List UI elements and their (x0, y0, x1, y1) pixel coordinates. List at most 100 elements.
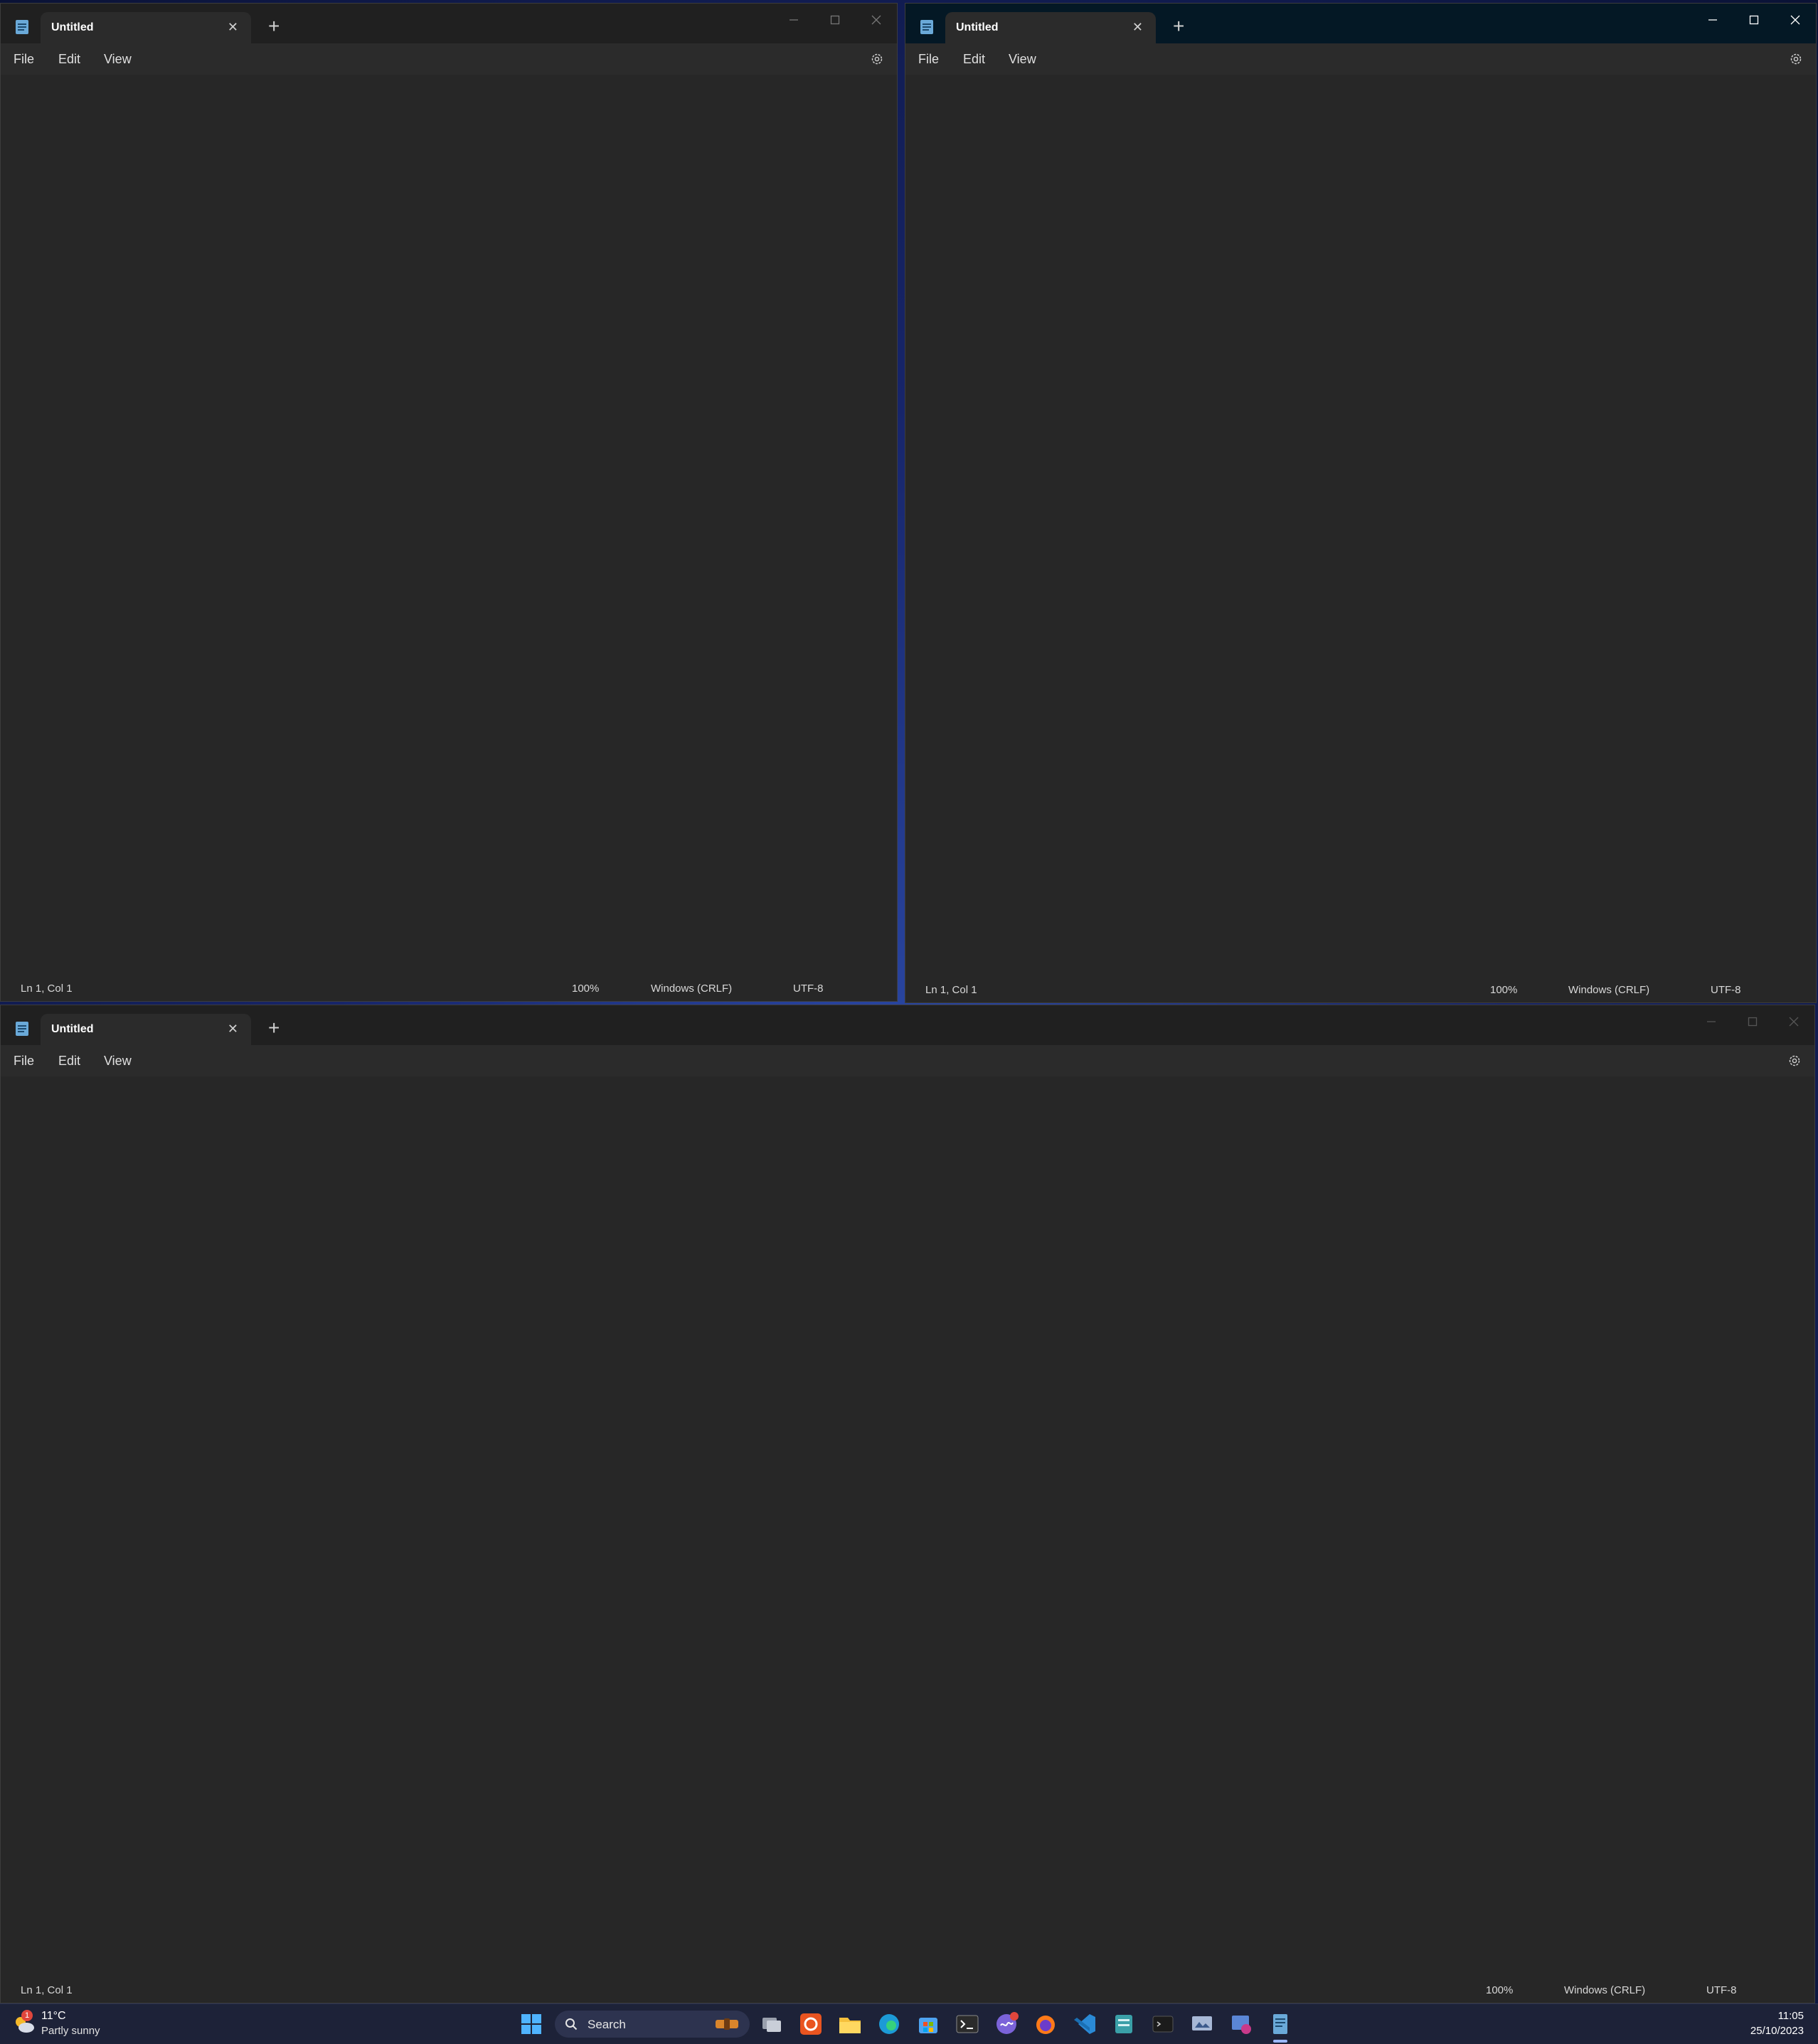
minimize-icon (1707, 1021, 1716, 1022)
search-highlight-icon (716, 2018, 738, 2030)
weather-description: Partly sunny (41, 2025, 100, 2037)
menu-edit[interactable]: Edit (58, 1054, 80, 1069)
close-icon (1790, 15, 1800, 25)
remote-desktop-icon[interactable] (1189, 2011, 1216, 2038)
notepad-icon (920, 20, 933, 34)
gear-icon[interactable] (870, 52, 884, 66)
edge-icon[interactable] (876, 2011, 903, 2038)
menu-view[interactable]: View (104, 1054, 132, 1069)
text-editor[interactable] (1, 75, 897, 975)
close-button[interactable] (1773, 1005, 1814, 1038)
line-ending: Windows (CRLF) (1564, 1984, 1646, 1996)
snipping-icon[interactable] (1228, 2011, 1255, 2038)
notepad-window-bottom[interactable]: Untitled ✕ + File Edit View Ln 1, Col 1 … (0, 1005, 1815, 2003)
title-bar[interactable]: Untitled ✕ + (1, 1005, 1814, 1045)
menu-edit[interactable]: Edit (58, 52, 80, 67)
app-icon[interactable] (1110, 2011, 1137, 2038)
search-icon (565, 2018, 578, 2030)
cursor-position: Ln 1, Col 1 (21, 983, 73, 995)
title-bar[interactable]: Untitled ✕ + (1, 4, 897, 43)
tab-close-icon[interactable]: ✕ (228, 1022, 238, 1037)
zoom-level: 100% (572, 983, 600, 995)
minimize-button[interactable] (1691, 1005, 1732, 1038)
notepad-icon (16, 1022, 28, 1036)
tab-untitled[interactable]: Untitled ✕ (945, 12, 1156, 43)
maximize-icon (1748, 1017, 1758, 1027)
teams-icon[interactable] (993, 2011, 1020, 2038)
notepad-icon (16, 20, 28, 34)
taskbar: 1 11°C Partly sunny Search 11:05 25/10/2… (0, 2003, 1818, 2044)
tab-title: Untitled (51, 21, 94, 33)
search-label: Search (588, 2018, 626, 2031)
tab-title: Untitled (956, 21, 999, 33)
zoom-level: 100% (1486, 1984, 1514, 1996)
maximize-icon (830, 15, 840, 25)
notification-badge: 1 (21, 2010, 33, 2021)
maximize-button[interactable] (1733, 4, 1775, 36)
cursor-position: Ln 1, Col 1 (925, 984, 977, 996)
maximize-button[interactable] (1732, 1005, 1773, 1038)
close-icon (1789, 1017, 1799, 1027)
search-input[interactable]: Search (555, 2011, 750, 2038)
menu-bar: File Edit View (1, 1045, 1814, 1076)
tab-close-icon[interactable]: ✕ (1132, 20, 1143, 35)
new-tab-icon[interactable]: + (1173, 16, 1184, 36)
menu-file[interactable]: File (14, 52, 34, 67)
clock-time: 11:05 (1777, 2010, 1804, 2022)
menu-file[interactable]: File (918, 52, 939, 67)
text-editor[interactable] (905, 75, 1816, 977)
maximize-icon (1749, 15, 1759, 25)
terminal-icon[interactable] (954, 2011, 981, 2038)
encoding: UTF-8 (1711, 984, 1741, 996)
clock-date: 25/10/2023 (1750, 2025, 1804, 2037)
maximize-button[interactable] (814, 4, 856, 36)
task-view-icon[interactable] (758, 2011, 785, 2038)
notepad-window-top-right[interactable]: Untitled ✕ + File Edit View Ln 1, Col 1 … (905, 3, 1817, 1003)
terminal-app-icon[interactable] (1149, 2011, 1176, 2038)
notepad-icon[interactable] (1267, 2011, 1294, 2038)
new-tab-icon[interactable]: + (268, 1018, 280, 1038)
caption-buttons (1691, 1005, 1814, 1038)
text-editor[interactable] (1, 1076, 1814, 1977)
menu-bar: File Edit View (1, 43, 897, 75)
menu-view[interactable]: View (1009, 52, 1036, 67)
title-bar[interactable]: Untitled ✕ + (905, 4, 1816, 43)
minimize-icon (1708, 19, 1717, 21)
vscode-icon[interactable] (1071, 2011, 1098, 2038)
close-icon (871, 15, 881, 25)
windows-start-icon[interactable] (518, 2011, 545, 2038)
ubuntu-icon[interactable] (797, 2011, 824, 2038)
encoding: UTF-8 (793, 983, 824, 995)
minimize-button[interactable] (1692, 4, 1733, 36)
close-button[interactable] (856, 4, 897, 36)
tab-untitled[interactable]: Untitled ✕ (41, 1014, 251, 1045)
caption-buttons (773, 4, 897, 36)
notepad-window-top-left[interactable]: Untitled ✕ + File Edit View Ln 1, Col 1 … (0, 3, 898, 1002)
status-bar: Ln 1, Col 1 100% Windows (CRLF) UTF-8 (905, 977, 1816, 1002)
minimize-icon (790, 19, 798, 21)
caption-buttons (1692, 4, 1816, 36)
firefox-icon[interactable] (1032, 2011, 1059, 2038)
status-bar: Ln 1, Col 1 100% Windows (CRLF) UTF-8 (1, 975, 897, 1001)
minimize-button[interactable] (773, 4, 814, 36)
menu-file[interactable]: File (14, 1054, 34, 1069)
menu-view[interactable]: View (104, 52, 132, 67)
active-app-indicator (1273, 2040, 1287, 2043)
store-icon[interactable] (915, 2011, 942, 2038)
status-bar: Ln 1, Col 1 100% Windows (CRLF) UTF-8 (1, 1977, 1814, 2003)
cursor-position: Ln 1, Col 1 (21, 1984, 73, 1996)
tab-close-icon[interactable]: ✕ (228, 20, 238, 35)
zoom-level: 100% (1490, 984, 1518, 996)
file-explorer-icon[interactable] (836, 2011, 863, 2038)
tab-untitled[interactable]: Untitled ✕ (41, 12, 251, 43)
line-ending: Windows (CRLF) (651, 983, 733, 995)
gear-icon[interactable] (1787, 1054, 1802, 1068)
new-tab-icon[interactable]: + (268, 16, 280, 36)
line-ending: Windows (CRLF) (1568, 984, 1650, 996)
tab-title: Untitled (51, 1023, 94, 1035)
weather-temperature: 11°C (41, 2010, 66, 2022)
menu-bar: File Edit View (905, 43, 1816, 75)
gear-icon[interactable] (1789, 52, 1803, 66)
close-button[interactable] (1775, 4, 1816, 36)
menu-edit[interactable]: Edit (963, 52, 985, 67)
